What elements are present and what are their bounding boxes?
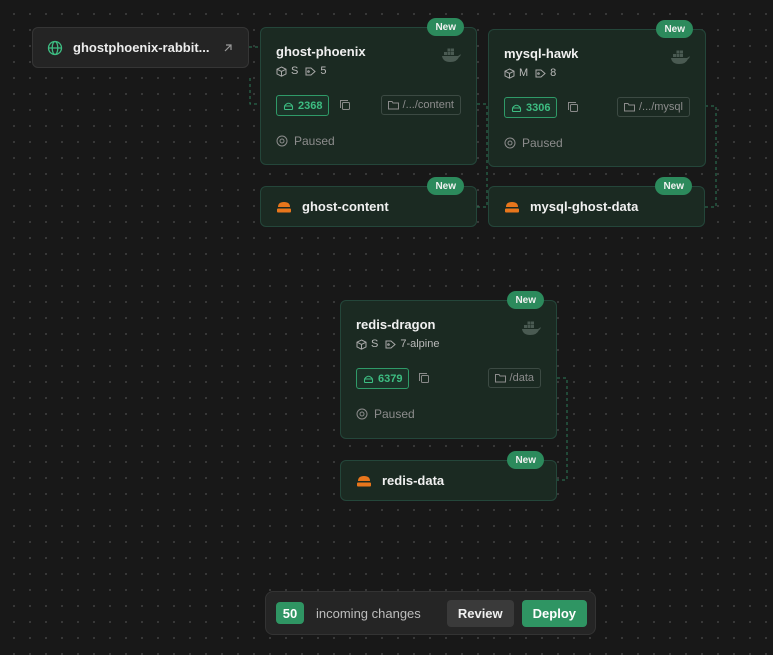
service-status: Paused (356, 407, 415, 421)
changes-count-badge: 50 (276, 602, 304, 624)
copy-icon[interactable] (418, 372, 430, 384)
port-number: 6379 (378, 372, 403, 385)
volume-mount-path: /.../content (402, 99, 454, 111)
tag-icon (305, 66, 317, 77)
new-badge: New (427, 18, 464, 36)
service-size: S (371, 338, 379, 350)
connection-mysql-to-volume (705, 105, 717, 208)
service-size: M (519, 67, 529, 79)
new-badge: New (655, 177, 692, 195)
volume-card-mysql-ghost-data[interactable]: New mysql-ghost-data (488, 177, 705, 227)
tag-icon (385, 339, 397, 350)
volume-mount-chip[interactable]: /.../mysql (616, 97, 690, 117)
status-icon (504, 137, 516, 149)
deploy-button[interactable]: Deploy (521, 599, 587, 627)
service-tag: 7-alpine (400, 338, 440, 350)
status-text: Paused (374, 407, 415, 421)
cube-icon (276, 65, 287, 77)
docker-icon (670, 49, 690, 65)
folder-icon (623, 102, 635, 112)
docker-icon (441, 47, 461, 63)
volume-card-redis-data[interactable]: New redis-data (340, 451, 557, 501)
volume-mount-chip[interactable]: /data (487, 368, 541, 388)
service-tag: 5 (320, 65, 327, 77)
folder-icon (494, 373, 506, 383)
connection-redis-to-volume (557, 377, 568, 481)
service-card-ghost-phoenix[interactable]: New ghost-phoenix S 5 2368 /.../content … (260, 18, 477, 165)
review-button[interactable]: Review (446, 599, 514, 627)
changes-label: incoming changes (316, 605, 421, 621)
new-badge: New (507, 291, 544, 309)
service-card-mysql-hawk[interactable]: New mysql-hawk M 8 3306 /.../mysql Pause… (488, 20, 706, 167)
globe-icon (47, 40, 63, 56)
connection-ghost-to-mysql (477, 103, 488, 208)
project-canvas[interactable]: ghostphoenix-rabbit... New ghost-phoenix… (0, 0, 773, 655)
new-badge: New (507, 451, 544, 469)
volume-mount-path: /data (509, 372, 534, 384)
service-status: Paused (276, 134, 335, 148)
copy-icon[interactable] (567, 101, 579, 113)
cube-icon (356, 338, 367, 350)
service-card-redis-dragon[interactable]: New redis-dragon S 7-alpine 6379 /data P… (340, 291, 557, 439)
service-name: mysql-hawk (504, 46, 579, 61)
service-meta: S 7-alpine (356, 338, 439, 350)
volume-name: ghost-content (302, 199, 389, 214)
folder-icon (387, 100, 399, 110)
service-name: redis-dragon (356, 317, 436, 332)
volume-icon (276, 200, 292, 214)
port-number: 2368 (298, 99, 323, 112)
volume-icon (504, 200, 520, 214)
service-meta: M 8 (504, 67, 556, 79)
volume-mount-chip[interactable]: /.../content (380, 95, 461, 115)
service-meta: S 5 (276, 65, 326, 77)
new-badge: New (656, 20, 693, 38)
copy-icon[interactable] (339, 99, 351, 111)
service-tag: 8 (550, 67, 557, 79)
new-badge: New (427, 177, 464, 195)
connection-domain-to-ghost (249, 46, 260, 105)
port-icon (283, 100, 294, 111)
volume-icon (356, 474, 372, 488)
port-icon (363, 373, 374, 384)
port-icon (511, 102, 522, 113)
docker-icon (521, 320, 541, 336)
incoming-changes-bar: 50 incoming changes Review Deploy (265, 591, 596, 635)
volume-name: mysql-ghost-data (530, 199, 639, 214)
tag-icon (535, 68, 546, 79)
volume-card-ghost-content[interactable]: New ghost-content (260, 177, 477, 227)
port-number: 3306 (526, 101, 551, 114)
service-size: S (291, 65, 299, 77)
port-chip[interactable]: 3306 (504, 97, 558, 118)
volume-mount-path: /.../mysql (638, 101, 683, 113)
arrow-up-right-icon[interactable] (222, 42, 234, 54)
volume-name: redis-data (382, 473, 445, 488)
status-icon (276, 135, 288, 147)
service-name: ghost-phoenix (276, 44, 366, 59)
cube-icon (504, 67, 515, 79)
port-chip[interactable]: 6379 (356, 368, 410, 389)
port-chip[interactable]: 2368 (276, 95, 330, 116)
status-text: Paused (522, 136, 563, 150)
domain-node[interactable]: ghostphoenix-rabbit... (32, 27, 249, 68)
status-icon (356, 408, 368, 420)
status-text: Paused (294, 134, 335, 148)
domain-label: ghostphoenix-rabbit... (73, 40, 210, 55)
service-status: Paused (504, 136, 563, 150)
